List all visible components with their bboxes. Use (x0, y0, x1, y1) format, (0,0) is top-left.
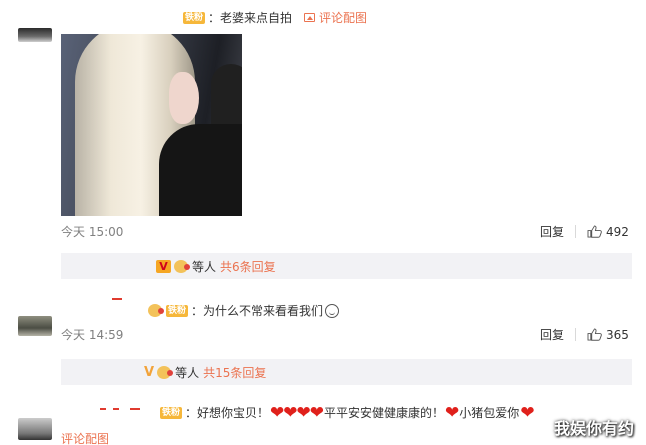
like-count: 492 (606, 224, 629, 239)
watermark: 我娱你有约 (553, 419, 634, 438)
reply-summary-text: 等人 (175, 365, 200, 380)
comment-text: 小猪包爱你 (459, 406, 520, 420)
heart-icon: ❤ (309, 402, 325, 423)
heart-icon: ❤ (520, 402, 535, 423)
fan-badge: 铁粉 (166, 304, 189, 317)
image-icon (304, 13, 316, 22)
comment-timestamp: 今天 15:00 (61, 225, 124, 239)
avatar[interactable] (18, 418, 52, 440)
heart-icon: ❤ (283, 402, 298, 423)
emoji-icon (325, 303, 340, 318)
comment-text-line: 铁粉 ：为什么不常来看看我们 (148, 302, 340, 319)
username-fragment (100, 408, 106, 410)
comment-text-line: 铁粉 ：老婆来点自拍 评论配图 (183, 9, 367, 26)
reply-button[interactable]: 回复 (540, 326, 564, 343)
comment-photo[interactable] (61, 34, 242, 216)
username-fragment (112, 298, 122, 300)
more-replies-link[interactable]: 共6条回复 (220, 258, 276, 275)
heart-icon: ❤ (445, 402, 460, 423)
like-count: 365 (606, 327, 629, 342)
comment-text: 平平安安健健康康的！ (324, 406, 445, 420)
fan-medal-icon (157, 365, 174, 379)
avatar[interactable] (18, 28, 52, 42)
comment-text: ：好想你宝贝！ (185, 406, 270, 420)
thumbs-up-icon (587, 225, 602, 238)
verified-badge: V (144, 364, 155, 380)
like-button[interactable]: 365 (587, 328, 629, 342)
username-fragment (130, 408, 140, 410)
reply-summary[interactable]: V 等人 共6条回复 (61, 253, 632, 279)
heart-icon: ❤ (270, 402, 285, 423)
comment-image-link-label: 评论配图 (319, 11, 368, 25)
heart-emojis: ❤ (445, 402, 460, 423)
more-replies-link[interactable]: 共15条回复 (203, 364, 266, 381)
heart-icon: ❤ (296, 402, 311, 423)
comment-text-line: 铁粉 ：好想你宝贝！ ❤ ❤ ❤ ❤ 平平安安健健康康的！ ❤ 小猪包爱你 ❤ (160, 404, 535, 421)
comment-image-line: 评论配图 (61, 430, 109, 445)
comment-image-link[interactable]: 评论配图 (304, 9, 367, 26)
fan-medal-icon (148, 304, 164, 317)
heart-emojis: ❤ ❤ ❤ ❤ (270, 402, 325, 423)
fan-badge: 铁粉 (160, 406, 183, 419)
comment-actions: 回复 365 (540, 326, 629, 343)
username-fragment (113, 408, 119, 410)
thumbs-up-icon (587, 328, 602, 341)
comment-image-link[interactable]: 评论配图 (61, 430, 109, 445)
comment-text: ：老婆来点自拍 (208, 11, 293, 25)
reply-summary-text: 等人 (192, 259, 217, 274)
reply-button[interactable]: 回复 (540, 223, 564, 240)
like-button[interactable]: 492 (587, 225, 629, 239)
reply-summary[interactable]: V 等人 共15条回复 (61, 359, 632, 385)
comment-timestamp: 今天 14:59 (61, 328, 124, 342)
comment-text: ：为什么不常来看看我们 (191, 304, 324, 318)
avatar[interactable] (18, 316, 52, 336)
verified-badge: V (156, 259, 171, 273)
fan-medal-icon (174, 259, 190, 273)
comment-actions: 回复 492 (540, 223, 629, 240)
heart-emojis: ❤ (520, 402, 535, 423)
divider (575, 225, 577, 238)
divider (575, 328, 577, 341)
fan-badge: 铁粉 (183, 11, 206, 24)
